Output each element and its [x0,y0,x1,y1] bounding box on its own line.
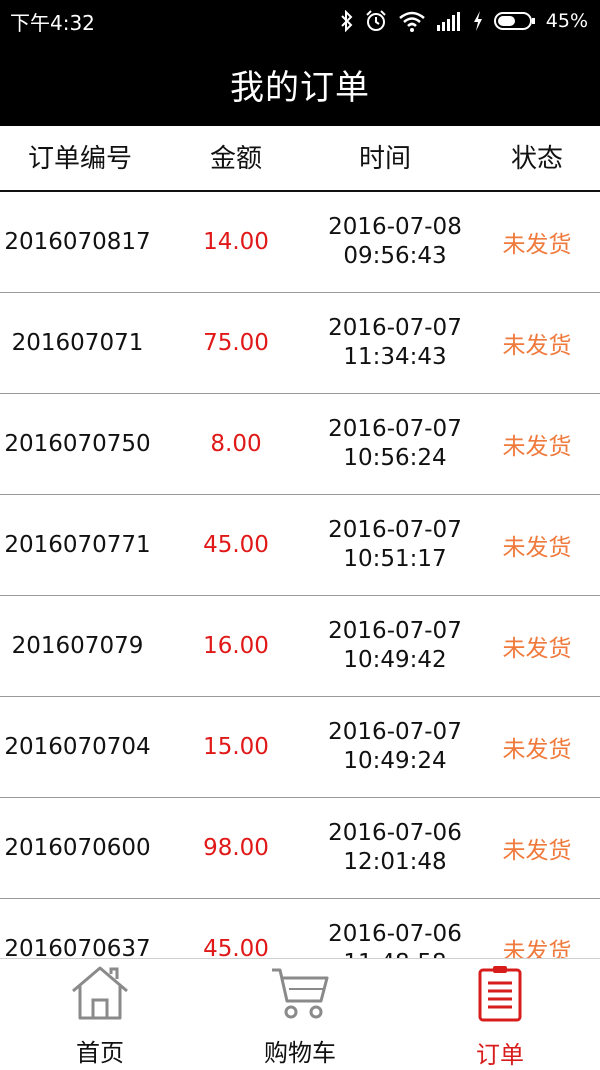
order-clock: 11:48:58 [343,949,446,958]
order-status: 未发货 [502,838,572,864]
table-row[interactable]: 2016070817 14.00 2016-07-08 09:56:43 未发货 [0,192,600,293]
order-amount: 15.00 [203,734,269,760]
order-status: 未发货 [502,333,572,359]
order-clock: 12:01:48 [343,849,447,875]
order-amount: 45.00 [203,532,269,558]
nav-item-home[interactable]: 首页 [0,959,200,1068]
status-bar: 下午4:32 45% [0,0,600,42]
order-id: 2016070771 [4,532,151,558]
order-id: 201607079 [11,633,144,659]
order-time: 2016-07-07 10:49:42 [305,596,485,696]
order-date: 2016-07-06 [328,921,462,947]
table-header: 订单编号 金额 时间 状态 [0,126,600,192]
nav-item-cart[interactable]: 购物车 [200,959,400,1068]
order-clock: 09:56:43 [343,243,447,269]
battery-icon [493,11,536,31]
order-clock: 10:56:24 [343,445,447,471]
column-header-time: 时间 [358,144,411,174]
column-header-status: 状态 [510,144,563,174]
charging-icon [472,10,484,32]
order-status: 未发货 [502,636,572,662]
table-row[interactable]: 2016070600 98.00 2016-07-06 12:01:48 未发货 [0,798,600,899]
order-clock: 10:49:42 [343,647,447,673]
order-date: 2016-07-07 [328,416,462,442]
order-time: 2016-07-07 10:56:24 [305,394,485,494]
cart-icon [269,965,331,1021]
order-clock: 10:49:24 [343,748,447,774]
table-row[interactable]: 201607079 16.00 2016-07-07 10:49:42 未发货 [0,596,600,697]
page-title: 我的订单 [230,67,370,108]
order-time: 2016-07-07 10:51:17 [305,495,485,595]
alarm-icon [364,9,388,33]
table-row[interactable]: 2016070771 45.00 2016-07-07 10:51:17 未发货 [0,495,600,596]
nav-item-orders[interactable]: 订单 [400,959,600,1069]
order-clock: 11:34:43 [343,344,447,370]
order-status: 未发货 [502,434,572,460]
order-time: 2016-07-06 12:01:48 [305,798,485,898]
order-id: 2016070637 [4,936,151,958]
title-bar: 我的订单 [0,42,600,126]
table-row[interactable]: 2016070750 8.00 2016-07-07 10:56:24 未发货 [0,394,600,495]
order-id: 2016070750 [4,431,151,457]
order-list: 2016070817 14.00 2016-07-08 09:56:43 未发货… [0,192,600,958]
order-time: 2016-07-07 10:49:24 [305,697,485,797]
order-status: 未发货 [502,232,572,258]
signal-icon [436,11,462,31]
order-id: 2016070704 [4,734,151,760]
order-date: 2016-07-07 [328,315,462,341]
column-header-order-id: 订单编号 [27,144,132,174]
wifi-icon [398,10,426,32]
order-amount: 45.00 [203,936,269,958]
order-status: 未发货 [502,939,572,958]
order-id: 201607071 [11,330,144,356]
order-amount: 98.00 [203,835,269,861]
battery-percent: 45% [545,10,588,32]
status-time: 下午4:32 [10,10,95,35]
bluetooth-icon [340,10,354,32]
status-icons: 45% [340,9,588,33]
table-row[interactable]: 201607071 75.00 2016-07-07 11:34:43 未发货 [0,293,600,394]
order-date: 2016-07-07 [328,618,462,644]
home-icon [69,965,131,1021]
order-time: 2016-07-08 09:56:43 [305,192,485,292]
bottom-nav: 首页 购物车 订单 [0,958,600,1069]
order-amount: 14.00 [203,229,269,255]
order-amount: 75.00 [203,330,269,356]
nav-label-orders: 订单 [476,1041,524,1069]
order-date: 2016-07-08 [328,214,462,240]
order-date: 2016-07-06 [328,820,462,846]
order-amount: 8.00 [210,431,262,457]
order-clock: 10:51:17 [343,546,447,572]
order-status: 未发货 [502,535,572,561]
order-time: 2016-07-07 11:34:43 [305,293,485,393]
order-amount: 16.00 [203,633,269,659]
order-id: 2016070817 [4,229,151,255]
order-status: 未发货 [502,737,572,763]
nav-label-cart: 购物车 [264,1039,336,1067]
table-row[interactable]: 2016070704 15.00 2016-07-07 10:49:24 未发货 [0,697,600,798]
nav-label-home: 首页 [76,1039,124,1067]
order-id: 2016070600 [4,835,151,861]
column-header-amount: 金额 [209,144,262,174]
table-row[interactable]: 2016070637 45.00 2016-07-06 11:48:58 未发货 [0,899,600,958]
order-time: 2016-07-06 11:48:58 [305,899,485,958]
order-date: 2016-07-07 [328,517,462,543]
order-list-icon [475,965,525,1023]
order-date: 2016-07-07 [328,719,462,745]
